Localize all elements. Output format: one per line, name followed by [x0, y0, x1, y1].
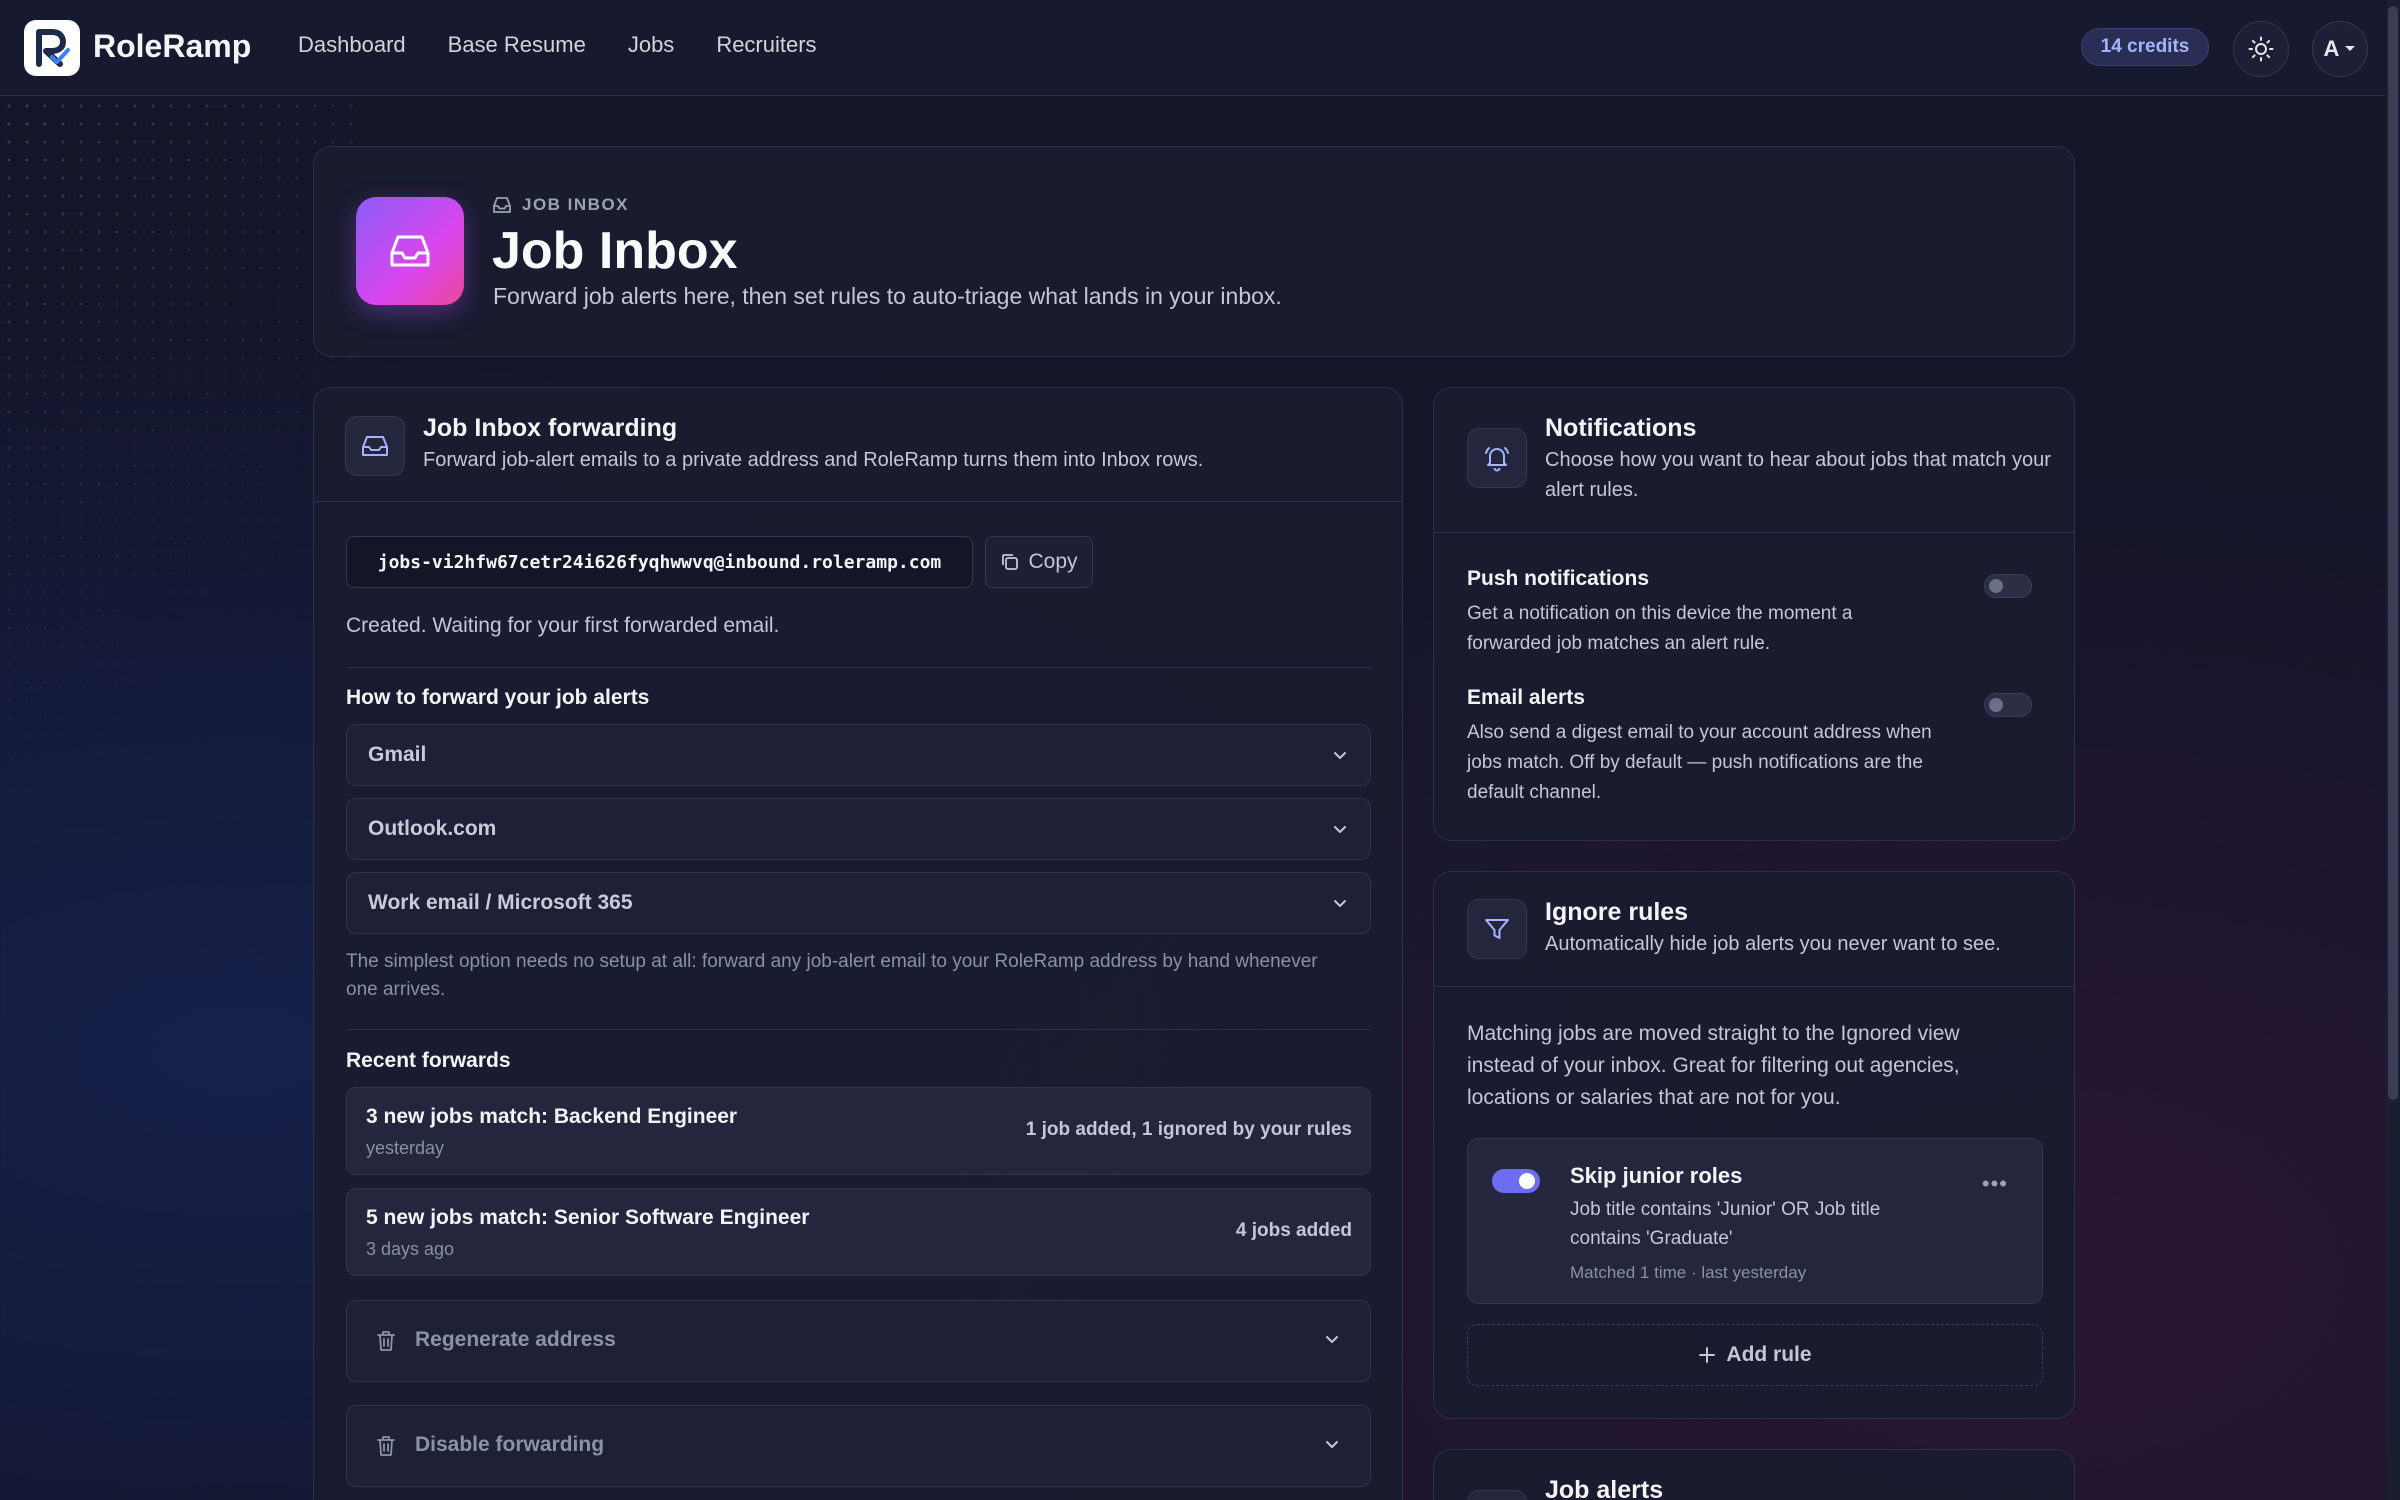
page-scrollbar[interactable]: [2386, 0, 2400, 1500]
rule-name: Skip junior roles: [1570, 1163, 1743, 1188]
ignore-rules-subtitle: Automatically hide job alerts you never …: [1545, 933, 2001, 955]
chevron-down-icon: [1326, 1441, 1338, 1448]
email-alerts-desc: Also send a digest email to your account…: [1467, 722, 1932, 803]
inbox-small-icon: [493, 197, 511, 213]
brand-logo-icon: [36, 29, 70, 67]
chevron-down-icon: [1326, 1336, 1338, 1343]
trash-icon: [377, 1331, 395, 1351]
avatar-initial: A: [2323, 36, 2340, 61]
ignore-rule-item[interactable]: Skip junior roles Job title contains 'Ju…: [1467, 1138, 2043, 1304]
inbox-hero-icon: [356, 197, 464, 305]
regenerate-address-accordion[interactable]: Regenerate address: [346, 1300, 1371, 1382]
regenerate-label: Regenerate address: [415, 1328, 616, 1351]
notifications-header-icon: [1467, 428, 1527, 488]
chevron-down-icon: [1334, 752, 1346, 759]
divider: [346, 667, 1371, 668]
divider: [346, 1029, 1371, 1030]
accordion-label: Gmail: [368, 743, 427, 766]
forwarding-subtitle: Forward job-alert emails to a private ad…: [423, 449, 1204, 471]
eyebrow-label: JOB INBOX: [522, 195, 630, 214]
job-alerts-title: Job alerts: [1545, 1476, 1664, 1500]
accordion-microsoft-365[interactable]: Work email / Microsoft 365: [346, 872, 1371, 934]
background-dot-pattern: [0, 97, 360, 797]
push-notifications-toggle[interactable]: [1984, 574, 2032, 598]
caret-down-icon: [2345, 46, 2356, 51]
accordion-label: Outlook.com: [368, 817, 497, 840]
forward-result: 4 jobs added: [1235, 1220, 1352, 1241]
rule-match-stats: Matched 1 time · last yesterday: [1570, 1263, 1807, 1282]
main-nav: Dashboard Base Resume Jobs Recruiters: [298, 32, 817, 58]
forward-subject: 3 new jobs match: Backend Engineer: [366, 1105, 738, 1128]
page-title: Job Inbox: [492, 222, 738, 280]
manual-forward-help: The simplest option needs no setup at al…: [346, 951, 1318, 1000]
forward-date: 3 days ago: [366, 1239, 455, 1259]
accordion-gmail[interactable]: Gmail: [346, 724, 1371, 786]
push-notifications-title: Push notifications: [1467, 567, 1650, 590]
add-rule-label: Add rule: [1726, 1343, 1812, 1366]
copy-address-button[interactable]: Copy: [985, 536, 1093, 588]
sun-icon: [2248, 36, 2274, 62]
divider: [1434, 986, 2076, 987]
email-alerts-title: Email alerts: [1467, 686, 1585, 709]
disable-label: Disable forwarding: [415, 1433, 605, 1456]
credits-badge[interactable]: 14 credits: [2081, 28, 2209, 66]
forwarding-header-icon: [345, 416, 405, 476]
ignore-rules-card: Ignore rules Automatically hide job aler…: [1433, 871, 2076, 1419]
filter-icon: [1485, 919, 1509, 939]
notifications-card: Notifications Choose how you want to hea…: [1433, 387, 2076, 841]
add-rule-button[interactable]: Add rule: [1467, 1324, 2043, 1386]
plus-icon: [1699, 1347, 1716, 1363]
forwarding-status: Created. Waiting for your first forwarde…: [346, 614, 780, 637]
notifications-subtitle: Choose how you want to hear about jobs t…: [1545, 449, 2051, 501]
brand-logo[interactable]: [24, 20, 80, 76]
forward-result: 1 job added, 1 ignored by your rules: [1025, 1119, 1352, 1140]
recent-forward-row[interactable]: 5 new jobs match: Senior Software Engine…: [346, 1188, 1371, 1276]
inbox-icon: [390, 235, 430, 267]
top-navbar: RoleRamp Dashboard Base Resume Jobs Recr…: [0, 0, 2386, 96]
chevron-down-icon: [1334, 900, 1346, 907]
forwarding-card: Job Inbox forwarding Forward job-alert e…: [313, 387, 1404, 1500]
chevron-down-icon: [1334, 826, 1346, 833]
job-alerts-header-icon: [1467, 1490, 1527, 1500]
nav-recruiters[interactable]: Recruiters: [716, 32, 816, 58]
page-eyebrow: JOB INBOX: [492, 195, 629, 215]
theme-toggle-button[interactable]: [2233, 21, 2289, 77]
bell-icon: [1485, 447, 1509, 472]
rule-enabled-toggle[interactable]: [1492, 1169, 1540, 1193]
ignore-rules-description: Matching jobs are moved straight to the …: [1467, 1022, 1960, 1109]
brand-name[interactable]: RoleRamp: [93, 28, 251, 65]
ignore-rules-header-icon: [1467, 899, 1527, 959]
ignore-rules-title: Ignore rules: [1545, 898, 1689, 926]
more-options-icon[interactable]: •••: [1982, 1171, 2008, 1197]
nav-base-resume[interactable]: Base Resume: [448, 32, 586, 58]
inbound-address-field[interactable]: jobs-vi2hfw67cetr24i626fyqhwwvq@inbound.…: [346, 536, 973, 588]
forward-subject: 5 new jobs match: Senior Software Engine…: [366, 1206, 810, 1229]
inbox-icon: [362, 436, 388, 456]
disable-forwarding-accordion[interactable]: Disable forwarding: [346, 1405, 1371, 1487]
nav-jobs[interactable]: Jobs: [628, 32, 674, 58]
notifications-title: Notifications: [1545, 414, 1697, 442]
nav-dashboard[interactable]: Dashboard: [298, 32, 406, 58]
trash-icon: [377, 1436, 395, 1456]
recent-forward-row[interactable]: 3 new jobs match: Backend Engineer yeste…: [346, 1087, 1371, 1175]
copy-icon: [1002, 554, 1019, 570]
accordion-label: Work email / Microsoft 365: [368, 891, 633, 914]
user-menu-button[interactable]: A: [2312, 21, 2368, 77]
email-alerts-toggle[interactable]: [1984, 693, 2032, 717]
page-subtitle: Forward job alerts here, then set rules …: [493, 283, 1282, 309]
how-to-forward-title: How to forward your job alerts: [346, 686, 650, 709]
accordion-outlook[interactable]: Outlook.com: [346, 798, 1371, 860]
divider: [314, 501, 1404, 502]
forward-date: yesterday: [366, 1138, 445, 1158]
rule-condition: Job title contains 'Junior' OR Job title…: [1570, 1199, 1881, 1249]
recent-forwards-title: Recent forwards: [346, 1049, 511, 1072]
copy-label: Copy: [1028, 550, 1078, 573]
job-alerts-card: Job alerts: [1433, 1449, 2075, 1500]
push-notifications-desc: Get a notification on this device the mo…: [1467, 603, 1853, 654]
scrollbar-thumb[interactable]: [2388, 6, 2398, 1100]
forwarding-title: Job Inbox forwarding: [423, 414, 678, 442]
page-header-card: JOB INBOX Job Inbox Forward job alerts h…: [313, 146, 2075, 357]
divider: [1434, 532, 2076, 533]
